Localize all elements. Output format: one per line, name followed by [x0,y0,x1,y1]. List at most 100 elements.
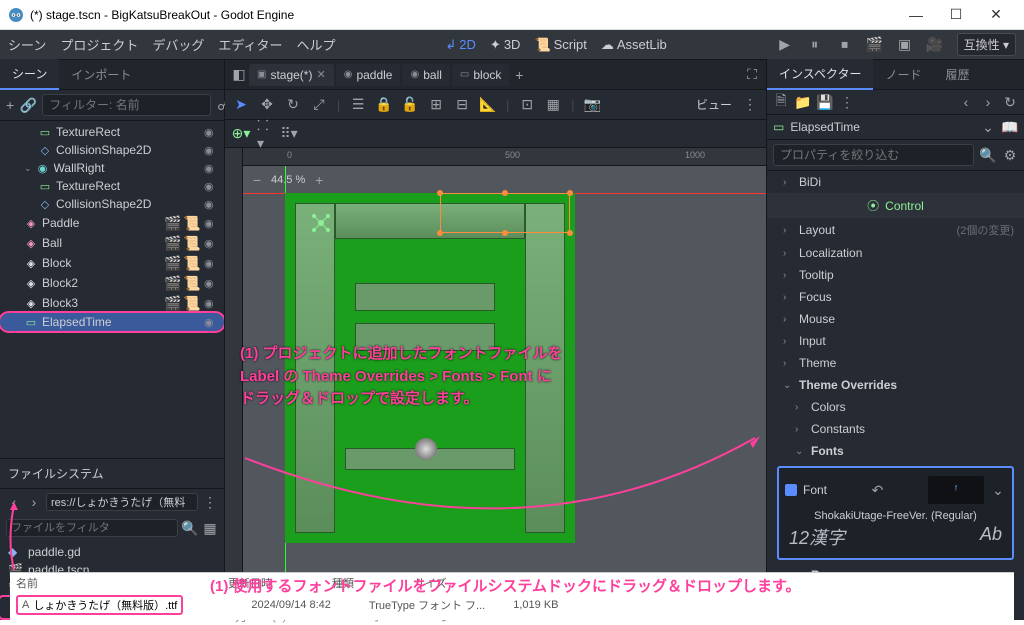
tab-history[interactable]: 履歴 [933,60,981,89]
save-icon[interactable]: 🗎 [773,94,789,110]
next-button[interactable]: › [980,94,996,110]
expand-icon[interactable]: ⛶ [744,67,760,83]
play-custom-button[interactable]: ▣ [897,37,913,53]
select-tool[interactable]: ➤ [233,97,249,113]
tree-node-collisionshape2d[interactable]: ◇CollisionShape2D◉ [0,141,224,159]
scale-tool[interactable]: ⤢ [311,97,327,113]
mode-assetlib-button[interactable]: ☁ AssetLib [601,37,667,53]
group-tool[interactable]: ⊞ [428,97,444,113]
tree-node-texturerect[interactable]: ▭TextureRect◉ [0,123,224,141]
path-more-icon[interactable]: ⋮ [202,494,218,510]
prev-button[interactable]: ‹ [958,94,974,110]
file-paddle.gd[interactable]: ◆paddle.gd [0,543,224,561]
tree-node-block[interactable]: ◈Block🎬📜◉ [0,253,224,273]
ruler-tool[interactable]: 📐 [480,97,496,113]
tree-node-wallright[interactable]: ⌄◉WallRight◉ [0,159,224,177]
list-tool[interactable]: ☰ [350,97,366,113]
insp-control[interactable]: ⦿ Control [767,193,1024,218]
settings-icon[interactable]: ⚙ [1002,147,1018,163]
scene-tab-ball[interactable]: ◉ball [402,64,449,86]
inspected-node[interactable]: ElapsedTime [790,120,974,134]
more-insp-icon[interactable]: ⋮ [839,94,855,110]
tree-node-collisionshape2d[interactable]: ◇CollisionShape2D◉ [0,195,224,213]
maximize-button[interactable]: ☐ [936,6,976,23]
layout-tool[interactable]: ⸬▾ [257,126,273,142]
more-view-icon[interactable]: ⋮ [742,97,758,113]
menu-debug[interactable]: デバッグ [152,35,204,54]
insp-layout[interactable]: ›Layout(2個の変更) [767,218,1024,242]
insp-tooltip[interactable]: ›Tooltip [767,264,1024,286]
tab-inspector[interactable]: インスペクター [767,59,873,90]
tree-node-elapsedtime[interactable]: ▭ElapsedTime◉ [0,313,224,331]
tree-node-block3[interactable]: ◈Block3🎬📜◉ [0,293,224,313]
history-icon[interactable]: ↻ [1002,94,1018,110]
insp-mouse[interactable]: ›Mouse [767,308,1024,330]
insp-localization[interactable]: ›Localization [767,242,1024,264]
search-icon[interactable]: 🔍 [182,520,198,536]
view-menu[interactable]: ビュー [696,96,732,113]
insp-focus[interactable]: ›Focus [767,286,1024,308]
view-icon[interactable]: ▦ [202,520,218,536]
insp-colors[interactable]: ›Colors [767,396,1024,418]
revert-icon[interactable]: ↶ [870,482,886,498]
rotate-tool[interactable]: ↻ [285,97,301,113]
insp-fonts[interactable]: ⌄Fonts [767,440,1024,462]
menu-editor[interactable]: エディター [218,35,282,54]
node-dropdown-icon[interactable]: ⌄ [980,119,996,135]
tab-scene[interactable]: シーン [0,59,59,90]
mode-2d-button[interactable]: ↲ 2D [445,37,476,53]
insp-constants[interactable]: ›Constants [767,418,1024,440]
ungroup-tool[interactable]: ⊟ [454,97,470,113]
property-filter-input[interactable] [773,144,974,166]
tab-node[interactable]: ノード [873,60,933,89]
insp-bidi[interactable]: ›BiDi [767,171,1024,193]
unlock-tool[interactable]: 🔓 [402,97,418,113]
zoom-out-button[interactable]: − [249,172,265,188]
menu-help[interactable]: ヘルプ [296,35,335,54]
insp-theme[interactable]: ›Theme [767,352,1024,374]
zoom-in-button[interactable]: + [311,172,327,188]
play-scene-button[interactable]: 🎬 [867,37,883,53]
font-dropdown-icon[interactable]: ⌄ [990,482,1006,498]
close-button[interactable]: ✕ [976,6,1016,23]
grid-tool[interactable]: ▦ [545,97,561,113]
tree-node-block2[interactable]: ◈Block2🎬📜◉ [0,273,224,293]
pattern-tool[interactable]: ⠿▾ [281,126,297,142]
zoom-level[interactable]: 44.5 % [271,174,305,186]
scene-tab-paddle[interactable]: ◉paddle [336,64,401,86]
scene-filter-input[interactable] [42,94,211,116]
play-button[interactable]: ▶ [777,37,793,53]
lock-tool[interactable]: 🔒 [376,97,392,113]
snap-tool[interactable]: ⊡ [519,97,535,113]
back-button[interactable]: ‹ [6,494,22,510]
stop-button[interactable]: ⏹ [837,37,853,53]
distraction-free-icon[interactable]: ◧ [231,67,247,83]
renderer-dropdown[interactable]: 互換性 ▾ [957,33,1016,56]
anchor-tool[interactable]: ⊕▾ [233,126,249,142]
insp-theme-overrides[interactable]: ⌄Theme Overrides [767,374,1024,396]
add-scene-button[interactable]: + [511,67,527,83]
disk-icon[interactable]: 💾 [817,94,833,110]
forward-button[interactable]: › [26,494,42,510]
move-tool[interactable]: ✥ [259,97,275,113]
pause-button[interactable]: ⏸ [807,37,823,53]
scene-tab-block[interactable]: ▭block [452,64,509,86]
add-node-button[interactable]: + [6,97,14,113]
menu-project[interactable]: プロジェクト [60,35,138,54]
mode-script-button[interactable]: 📜 Script [534,37,586,53]
col-name[interactable]: 名前 [16,575,38,591]
scene-tree[interactable]: ▭TextureRect◉◇CollisionShape2D◉⌄◉WallRig… [0,121,224,458]
camera-tool[interactable]: 📷 [584,97,600,113]
insp-input[interactable]: ›Input [767,330,1024,352]
font-thumb[interactable]: ᶠ [928,476,984,504]
menu-scene[interactable]: シーン [8,35,46,54]
file-filter-input[interactable] [6,519,178,537]
font-override-slot[interactable]: Font↶ᶠ⌄ShokakiUtage-FreeVer. (Regular)12… [777,466,1014,560]
canvas-viewport[interactable]: 0 500 1000 − 44.5 % + [225,148,766,594]
mode-3d-button[interactable]: ✦ 3D [490,37,521,53]
folder-icon[interactable]: 📁 [795,94,811,110]
search-prop-icon[interactable]: 🔍 [980,147,996,163]
path-input[interactable] [46,493,198,511]
tree-node-paddle[interactable]: ◈Paddle🎬📜◉ [0,213,224,233]
tree-node-ball[interactable]: ◈Ball🎬📜◉ [0,233,224,253]
